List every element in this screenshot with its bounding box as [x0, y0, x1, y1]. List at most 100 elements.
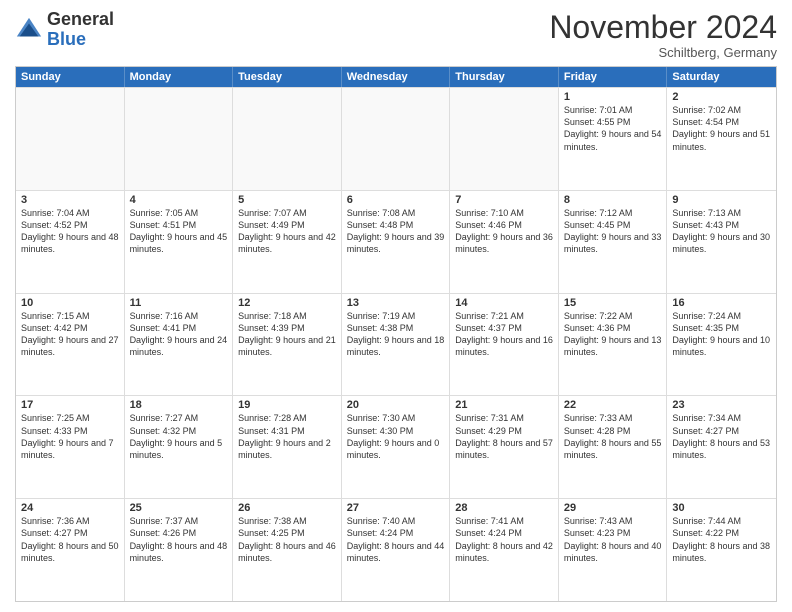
calendar-cell: 16Sunrise: 7:24 AM Sunset: 4:35 PM Dayli…	[667, 294, 776, 396]
weekday-header-sunday: Sunday	[16, 67, 125, 87]
calendar-cell: 29Sunrise: 7:43 AM Sunset: 4:23 PM Dayli…	[559, 499, 668, 601]
day-number: 30	[672, 502, 771, 514]
day-info: Sunrise: 7:33 AM Sunset: 4:28 PM Dayligh…	[564, 412, 662, 461]
calendar-cell: 20Sunrise: 7:30 AM Sunset: 4:30 PM Dayli…	[342, 396, 451, 498]
calendar-cell: 2Sunrise: 7:02 AM Sunset: 4:54 PM Daylig…	[667, 88, 776, 190]
day-number: 27	[347, 502, 445, 514]
day-number: 14	[455, 297, 553, 309]
logo-general: General	[47, 9, 114, 29]
calendar-row-5: 24Sunrise: 7:36 AM Sunset: 4:27 PM Dayli…	[16, 498, 776, 601]
day-info: Sunrise: 7:05 AM Sunset: 4:51 PM Dayligh…	[130, 207, 228, 256]
day-info: Sunrise: 7:28 AM Sunset: 4:31 PM Dayligh…	[238, 412, 336, 461]
day-info: Sunrise: 7:13 AM Sunset: 4:43 PM Dayligh…	[672, 207, 771, 256]
calendar-cell: 8Sunrise: 7:12 AM Sunset: 4:45 PM Daylig…	[559, 191, 668, 293]
month-title: November 2024	[549, 10, 777, 45]
logo-text: General Blue	[47, 10, 114, 50]
calendar-cell: 22Sunrise: 7:33 AM Sunset: 4:28 PM Dayli…	[559, 396, 668, 498]
day-info: Sunrise: 7:40 AM Sunset: 4:24 PM Dayligh…	[347, 515, 445, 564]
day-number: 4	[130, 194, 228, 206]
calendar: SundayMondayTuesdayWednesdayThursdayFrid…	[15, 66, 777, 602]
day-number: 25	[130, 502, 228, 514]
day-info: Sunrise: 7:36 AM Sunset: 4:27 PM Dayligh…	[21, 515, 119, 564]
day-number: 29	[564, 502, 662, 514]
day-number: 11	[130, 297, 228, 309]
day-number: 2	[672, 91, 771, 103]
day-number: 3	[21, 194, 119, 206]
calendar-row-4: 17Sunrise: 7:25 AM Sunset: 4:33 PM Dayli…	[16, 395, 776, 498]
day-number: 28	[455, 502, 553, 514]
day-info: Sunrise: 7:44 AM Sunset: 4:22 PM Dayligh…	[672, 515, 771, 564]
calendar-cell: 24Sunrise: 7:36 AM Sunset: 4:27 PM Dayli…	[16, 499, 125, 601]
day-number: 6	[347, 194, 445, 206]
day-info: Sunrise: 7:10 AM Sunset: 4:46 PM Dayligh…	[455, 207, 553, 256]
day-number: 22	[564, 399, 662, 411]
calendar-cell	[125, 88, 234, 190]
day-info: Sunrise: 7:43 AM Sunset: 4:23 PM Dayligh…	[564, 515, 662, 564]
day-info: Sunrise: 7:18 AM Sunset: 4:39 PM Dayligh…	[238, 310, 336, 359]
calendar-row-1: 1Sunrise: 7:01 AM Sunset: 4:55 PM Daylig…	[16, 87, 776, 190]
day-info: Sunrise: 7:27 AM Sunset: 4:32 PM Dayligh…	[130, 412, 228, 461]
day-info: Sunrise: 7:24 AM Sunset: 4:35 PM Dayligh…	[672, 310, 771, 359]
day-info: Sunrise: 7:15 AM Sunset: 4:42 PM Dayligh…	[21, 310, 119, 359]
day-number: 5	[238, 194, 336, 206]
weekday-header-thursday: Thursday	[450, 67, 559, 87]
day-info: Sunrise: 7:04 AM Sunset: 4:52 PM Dayligh…	[21, 207, 119, 256]
day-info: Sunrise: 7:16 AM Sunset: 4:41 PM Dayligh…	[130, 310, 228, 359]
day-info: Sunrise: 7:25 AM Sunset: 4:33 PM Dayligh…	[21, 412, 119, 461]
weekday-header-friday: Friday	[559, 67, 668, 87]
calendar-cell: 26Sunrise: 7:38 AM Sunset: 4:25 PM Dayli…	[233, 499, 342, 601]
calendar-cell: 12Sunrise: 7:18 AM Sunset: 4:39 PM Dayli…	[233, 294, 342, 396]
day-number: 23	[672, 399, 771, 411]
day-number: 21	[455, 399, 553, 411]
calendar-cell	[16, 88, 125, 190]
day-info: Sunrise: 7:37 AM Sunset: 4:26 PM Dayligh…	[130, 515, 228, 564]
logo-blue: Blue	[47, 29, 86, 49]
calendar-cell: 27Sunrise: 7:40 AM Sunset: 4:24 PM Dayli…	[342, 499, 451, 601]
day-info: Sunrise: 7:08 AM Sunset: 4:48 PM Dayligh…	[347, 207, 445, 256]
day-number: 20	[347, 399, 445, 411]
day-number: 10	[21, 297, 119, 309]
calendar-cell: 1Sunrise: 7:01 AM Sunset: 4:55 PM Daylig…	[559, 88, 668, 190]
day-info: Sunrise: 7:31 AM Sunset: 4:29 PM Dayligh…	[455, 412, 553, 461]
calendar-row-3: 10Sunrise: 7:15 AM Sunset: 4:42 PM Dayli…	[16, 293, 776, 396]
calendar-row-2: 3Sunrise: 7:04 AM Sunset: 4:52 PM Daylig…	[16, 190, 776, 293]
day-number: 17	[21, 399, 119, 411]
day-info: Sunrise: 7:41 AM Sunset: 4:24 PM Dayligh…	[455, 515, 553, 564]
location: Schiltberg, Germany	[549, 45, 777, 60]
calendar-cell: 13Sunrise: 7:19 AM Sunset: 4:38 PM Dayli…	[342, 294, 451, 396]
page: General Blue November 2024 Schiltberg, G…	[0, 0, 792, 612]
header: General Blue November 2024 Schiltberg, G…	[15, 10, 777, 60]
calendar-cell: 4Sunrise: 7:05 AM Sunset: 4:51 PM Daylig…	[125, 191, 234, 293]
weekday-header-monday: Monday	[125, 67, 234, 87]
logo: General Blue	[15, 10, 114, 50]
weekday-header-tuesday: Tuesday	[233, 67, 342, 87]
day-number: 12	[238, 297, 336, 309]
calendar-cell: 11Sunrise: 7:16 AM Sunset: 4:41 PM Dayli…	[125, 294, 234, 396]
day-number: 7	[455, 194, 553, 206]
title-block: November 2024 Schiltberg, Germany	[549, 10, 777, 60]
day-info: Sunrise: 7:34 AM Sunset: 4:27 PM Dayligh…	[672, 412, 771, 461]
day-number: 8	[564, 194, 662, 206]
day-number: 16	[672, 297, 771, 309]
day-number: 1	[564, 91, 662, 103]
calendar-body: 1Sunrise: 7:01 AM Sunset: 4:55 PM Daylig…	[16, 87, 776, 601]
calendar-header: SundayMondayTuesdayWednesdayThursdayFrid…	[16, 67, 776, 87]
calendar-cell: 18Sunrise: 7:27 AM Sunset: 4:32 PM Dayli…	[125, 396, 234, 498]
calendar-cell: 25Sunrise: 7:37 AM Sunset: 4:26 PM Dayli…	[125, 499, 234, 601]
day-info: Sunrise: 7:12 AM Sunset: 4:45 PM Dayligh…	[564, 207, 662, 256]
calendar-cell	[233, 88, 342, 190]
day-number: 26	[238, 502, 336, 514]
day-number: 19	[238, 399, 336, 411]
day-info: Sunrise: 7:02 AM Sunset: 4:54 PM Dayligh…	[672, 104, 771, 153]
day-info: Sunrise: 7:01 AM Sunset: 4:55 PM Dayligh…	[564, 104, 662, 153]
weekday-header-wednesday: Wednesday	[342, 67, 451, 87]
calendar-cell	[342, 88, 451, 190]
calendar-cell: 23Sunrise: 7:34 AM Sunset: 4:27 PM Dayli…	[667, 396, 776, 498]
calendar-cell: 6Sunrise: 7:08 AM Sunset: 4:48 PM Daylig…	[342, 191, 451, 293]
day-info: Sunrise: 7:22 AM Sunset: 4:36 PM Dayligh…	[564, 310, 662, 359]
calendar-cell	[450, 88, 559, 190]
calendar-cell: 9Sunrise: 7:13 AM Sunset: 4:43 PM Daylig…	[667, 191, 776, 293]
day-number: 18	[130, 399, 228, 411]
calendar-cell: 15Sunrise: 7:22 AM Sunset: 4:36 PM Dayli…	[559, 294, 668, 396]
calendar-cell: 28Sunrise: 7:41 AM Sunset: 4:24 PM Dayli…	[450, 499, 559, 601]
